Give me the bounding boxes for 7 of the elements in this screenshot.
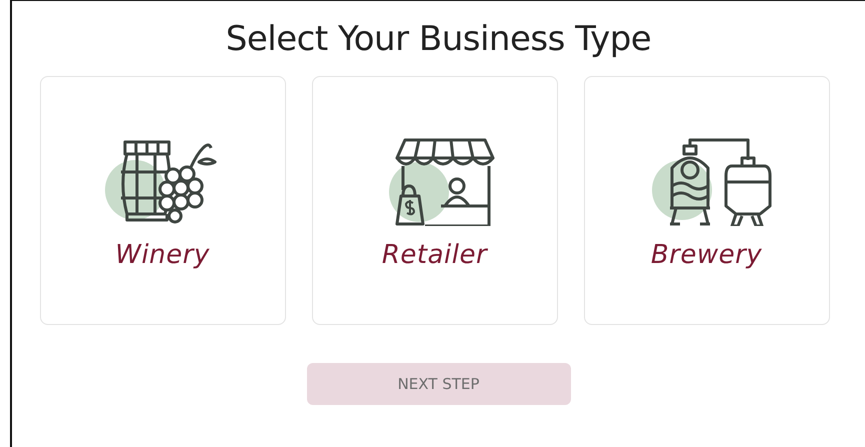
business-type-card[interactable]: Retailer	[312, 76, 558, 325]
page-title: Select Your Business Type	[226, 19, 652, 59]
business-type-label: Winery	[115, 240, 210, 270]
business-type-label: Brewery	[650, 240, 762, 270]
business-type-label: Retailer	[382, 240, 488, 270]
business-type-card[interactable]: Brewery	[584, 76, 830, 325]
business-type-card[interactable]: Winery	[40, 76, 286, 325]
